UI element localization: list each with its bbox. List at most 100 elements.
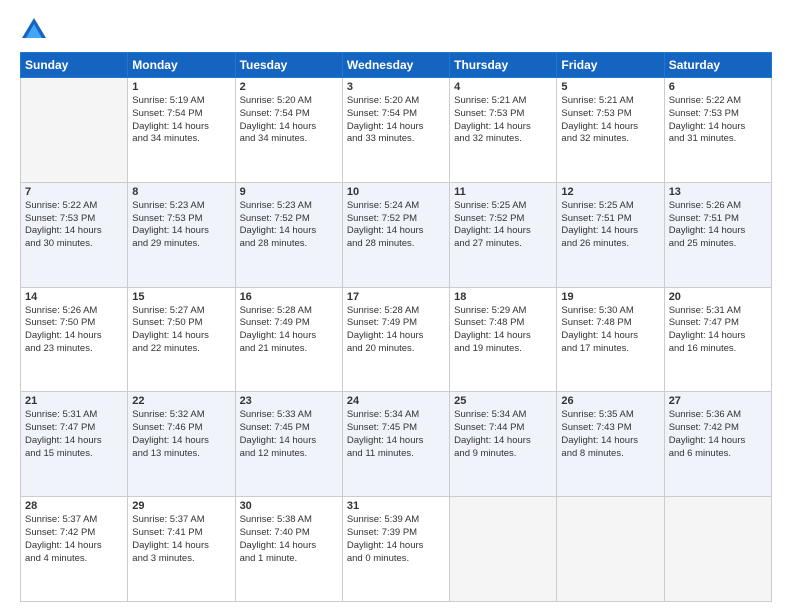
calendar-cell: 16Sunrise: 5:28 AMSunset: 7:49 PMDayligh… [235,287,342,392]
calendar-cell: 30Sunrise: 5:38 AMSunset: 7:40 PMDayligh… [235,497,342,602]
cell-info-line: and 25 minutes. [669,238,767,251]
day-number: 12 [561,186,659,198]
calendar-cell: 15Sunrise: 5:27 AMSunset: 7:50 PMDayligh… [128,287,235,392]
cell-info-line: Sunset: 7:51 PM [669,213,767,226]
cell-info-line: and 19 minutes. [454,343,552,356]
cell-info-line: Sunrise: 5:26 AM [25,305,123,318]
cell-info-line: and 8 minutes. [561,448,659,461]
day-number: 3 [347,81,445,93]
cell-info-line: Daylight: 14 hours [25,540,123,553]
calendar-cell: 9Sunrise: 5:23 AMSunset: 7:52 PMDaylight… [235,182,342,287]
calendar-week-1: 1Sunrise: 5:19 AMSunset: 7:54 PMDaylight… [21,78,772,183]
day-number: 5 [561,81,659,93]
cell-info-line: Sunrise: 5:25 AM [454,200,552,213]
calendar-cell: 12Sunrise: 5:25 AMSunset: 7:51 PMDayligh… [557,182,664,287]
cell-info-line: and 11 minutes. [347,448,445,461]
cell-info-line: Sunrise: 5:22 AM [669,95,767,108]
day-number: 29 [132,500,230,512]
cell-info-line: and 28 minutes. [240,238,338,251]
logo-icon [20,16,48,44]
calendar-week-5: 28Sunrise: 5:37 AMSunset: 7:42 PMDayligh… [21,497,772,602]
cell-info-line: Sunset: 7:47 PM [669,317,767,330]
day-number: 8 [132,186,230,198]
cell-info-line: Sunset: 7:39 PM [347,527,445,540]
page: SundayMondayTuesdayWednesdayThursdayFrid… [0,0,792,612]
cell-info-line: Sunrise: 5:19 AM [132,95,230,108]
cell-info-line: Sunrise: 5:32 AM [132,409,230,422]
col-header-tuesday: Tuesday [235,53,342,78]
cell-info-line: Sunrise: 5:29 AM [454,305,552,318]
cell-info-line: Sunrise: 5:20 AM [240,95,338,108]
cell-info-line: Daylight: 14 hours [347,330,445,343]
calendar-cell: 5Sunrise: 5:21 AMSunset: 7:53 PMDaylight… [557,78,664,183]
calendar-cell: 24Sunrise: 5:34 AMSunset: 7:45 PMDayligh… [342,392,449,497]
day-number: 30 [240,500,338,512]
cell-info-line: Sunrise: 5:31 AM [669,305,767,318]
cell-info-line: Sunrise: 5:38 AM [240,514,338,527]
calendar-cell: 29Sunrise: 5:37 AMSunset: 7:41 PMDayligh… [128,497,235,602]
col-header-wednesday: Wednesday [342,53,449,78]
day-number: 13 [669,186,767,198]
cell-info-line: Sunrise: 5:21 AM [561,95,659,108]
cell-info-line: and 23 minutes. [25,343,123,356]
cell-info-line: Sunset: 7:48 PM [454,317,552,330]
cell-info-line: Daylight: 14 hours [347,121,445,134]
cell-info-line: Sunrise: 5:31 AM [25,409,123,422]
cell-info-line: Sunset: 7:52 PM [240,213,338,226]
calendar-cell: 7Sunrise: 5:22 AMSunset: 7:53 PMDaylight… [21,182,128,287]
calendar-cell: 20Sunrise: 5:31 AMSunset: 7:47 PMDayligh… [664,287,771,392]
cell-info-line: Sunset: 7:45 PM [347,422,445,435]
day-number: 23 [240,395,338,407]
cell-info-line: Daylight: 14 hours [240,330,338,343]
day-number: 11 [454,186,552,198]
cell-info-line: and 20 minutes. [347,343,445,356]
cell-info-line: Sunset: 7:53 PM [669,108,767,121]
cell-info-line: and 9 minutes. [454,448,552,461]
col-header-friday: Friday [557,53,664,78]
col-header-monday: Monday [128,53,235,78]
cell-info-line: Sunrise: 5:27 AM [132,305,230,318]
cell-info-line: Sunrise: 5:33 AM [240,409,338,422]
cell-info-line: Sunset: 7:49 PM [347,317,445,330]
day-number: 15 [132,291,230,303]
calendar-cell: 23Sunrise: 5:33 AMSunset: 7:45 PMDayligh… [235,392,342,497]
cell-info-line: Sunrise: 5:21 AM [454,95,552,108]
calendar-table: SundayMondayTuesdayWednesdayThursdayFrid… [20,52,772,602]
cell-info-line: and 29 minutes. [132,238,230,251]
cell-info-line: Daylight: 14 hours [561,435,659,448]
cell-info-line: Daylight: 14 hours [132,540,230,553]
cell-info-line: and 27 minutes. [454,238,552,251]
cell-info-line: and 32 minutes. [454,133,552,146]
cell-info-line: Sunrise: 5:39 AM [347,514,445,527]
cell-info-line: Sunset: 7:53 PM [132,213,230,226]
cell-info-line: Sunset: 7:46 PM [132,422,230,435]
cell-info-line: and 34 minutes. [240,133,338,146]
cell-info-line: Daylight: 14 hours [669,330,767,343]
cell-info-line: and 28 minutes. [347,238,445,251]
cell-info-line: Sunset: 7:45 PM [240,422,338,435]
calendar-cell [664,497,771,602]
calendar-cell: 25Sunrise: 5:34 AMSunset: 7:44 PMDayligh… [450,392,557,497]
cell-info-line: Sunrise: 5:28 AM [347,305,445,318]
calendar-cell [557,497,664,602]
cell-info-line: Sunset: 7:47 PM [25,422,123,435]
cell-info-line: Sunrise: 5:28 AM [240,305,338,318]
calendar-week-4: 21Sunrise: 5:31 AMSunset: 7:47 PMDayligh… [21,392,772,497]
cell-info-line: Daylight: 14 hours [561,225,659,238]
col-header-saturday: Saturday [664,53,771,78]
day-number: 1 [132,81,230,93]
calendar-week-3: 14Sunrise: 5:26 AMSunset: 7:50 PMDayligh… [21,287,772,392]
cell-info-line: and 21 minutes. [240,343,338,356]
cell-info-line: Sunrise: 5:37 AM [25,514,123,527]
day-number: 25 [454,395,552,407]
cell-info-line: Sunset: 7:40 PM [240,527,338,540]
day-number: 4 [454,81,552,93]
calendar-cell [450,497,557,602]
cell-info-line: Sunrise: 5:22 AM [25,200,123,213]
calendar-cell [21,78,128,183]
cell-info-line: and 16 minutes. [669,343,767,356]
cell-info-line: Sunset: 7:42 PM [25,527,123,540]
calendar-week-2: 7Sunrise: 5:22 AMSunset: 7:53 PMDaylight… [21,182,772,287]
calendar-cell: 1Sunrise: 5:19 AMSunset: 7:54 PMDaylight… [128,78,235,183]
cell-info-line: and 13 minutes. [132,448,230,461]
